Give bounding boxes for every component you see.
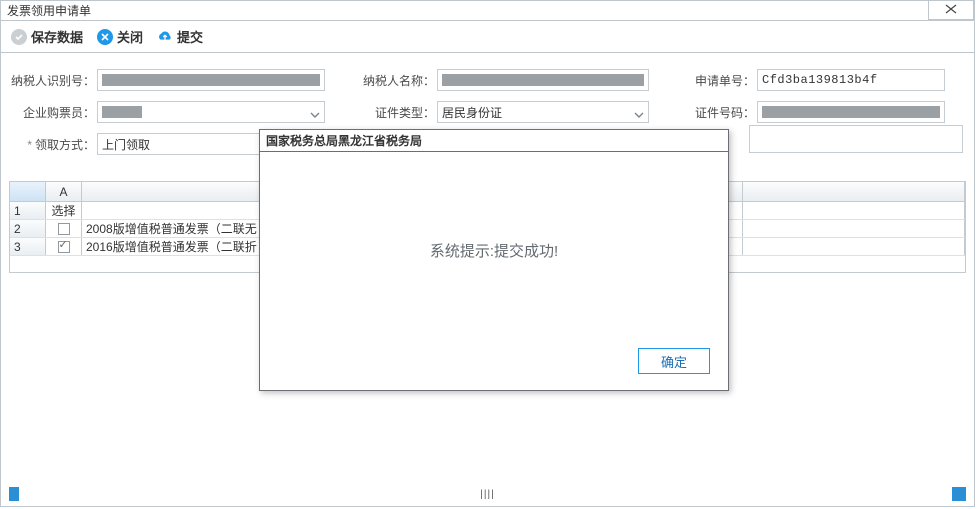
toolbar: 保存数据 关闭 提交: [1, 21, 974, 53]
header-blank: [743, 202, 965, 219]
x-circle-icon: [97, 29, 113, 45]
apply-no-label: 申请单号：: [671, 72, 757, 89]
scroll-thumb[interactable]: [952, 487, 966, 501]
id-no-label: 证件号码：: [671, 104, 757, 121]
scroll-thumb[interactable]: [9, 487, 19, 501]
row-number: 3: [10, 238, 46, 255]
taxpayer-id-label: 纳税人识别号：: [11, 72, 97, 89]
id-type-select[interactable]: 居民身份证: [437, 101, 649, 123]
close-label: 关闭: [117, 27, 143, 46]
purchaser-label: 企业购票员：: [11, 104, 97, 121]
modal-dialog: 国家税务总局黑龙江省税务局 系统提示:提交成功! 确定: [259, 129, 729, 391]
extra-field[interactable]: [749, 125, 963, 153]
pickup-value: 上门领取: [102, 136, 150, 153]
submit-button[interactable]: 提交: [157, 27, 203, 46]
row-checkbox[interactable]: [46, 220, 82, 237]
grid-col-a: A: [46, 182, 82, 201]
pickup-label: *领取方式：: [11, 136, 97, 153]
row-checkbox[interactable]: [46, 238, 82, 255]
row-blank: [743, 220, 965, 237]
modal-message: 系统提示:提交成功!: [430, 240, 558, 261]
taxpayer-id-input[interactable]: [97, 69, 325, 91]
row-number: 2: [10, 220, 46, 237]
redacted-value: [442, 74, 644, 86]
redacted-value: [102, 74, 320, 86]
grip-icon: ||||: [480, 489, 494, 500]
submit-label: 提交: [177, 27, 203, 46]
close-button[interactable]: 关闭: [97, 27, 143, 46]
modal-body: 系统提示:提交成功!: [260, 152, 728, 348]
modal-ok-button[interactable]: 确定: [638, 348, 710, 374]
titlebar: 发票领用申请单: [1, 1, 974, 21]
header-select: 选择: [46, 202, 82, 219]
row-blank: [743, 238, 965, 255]
grid-col-c: [743, 182, 965, 201]
window-close-button[interactable]: [928, 0, 974, 20]
id-no-input[interactable]: [757, 101, 945, 123]
id-type-value: 居民身份证: [442, 104, 502, 121]
horizontal-scrollbar[interactable]: ||||: [9, 486, 966, 502]
apply-no-value: Cfd3ba139813b4f: [762, 73, 878, 87]
id-type-label: 证件类型：: [351, 104, 437, 121]
window-title: 发票领用申请单: [7, 2, 91, 19]
redacted-value: [102, 106, 142, 118]
row-number: 1: [10, 202, 46, 219]
taxpayer-name-label: 纳税人名称：: [351, 72, 437, 89]
chevron-down-icon: [634, 108, 644, 122]
taxpayer-name-input[interactable]: [437, 69, 649, 91]
check-circle-icon: [11, 29, 27, 45]
save-label: 保存数据: [31, 27, 83, 46]
cloud-upload-icon: [157, 29, 173, 45]
save-button[interactable]: 保存数据: [11, 27, 83, 46]
apply-no-input[interactable]: Cfd3ba139813b4f: [757, 69, 945, 91]
modal-title: 国家税务总局黑龙江省税务局: [260, 130, 728, 152]
grid-corner: [10, 182, 46, 201]
redacted-value: [762, 106, 940, 118]
chevron-down-icon: [310, 108, 320, 122]
purchaser-select[interactable]: [97, 101, 325, 123]
close-icon: [944, 3, 958, 17]
